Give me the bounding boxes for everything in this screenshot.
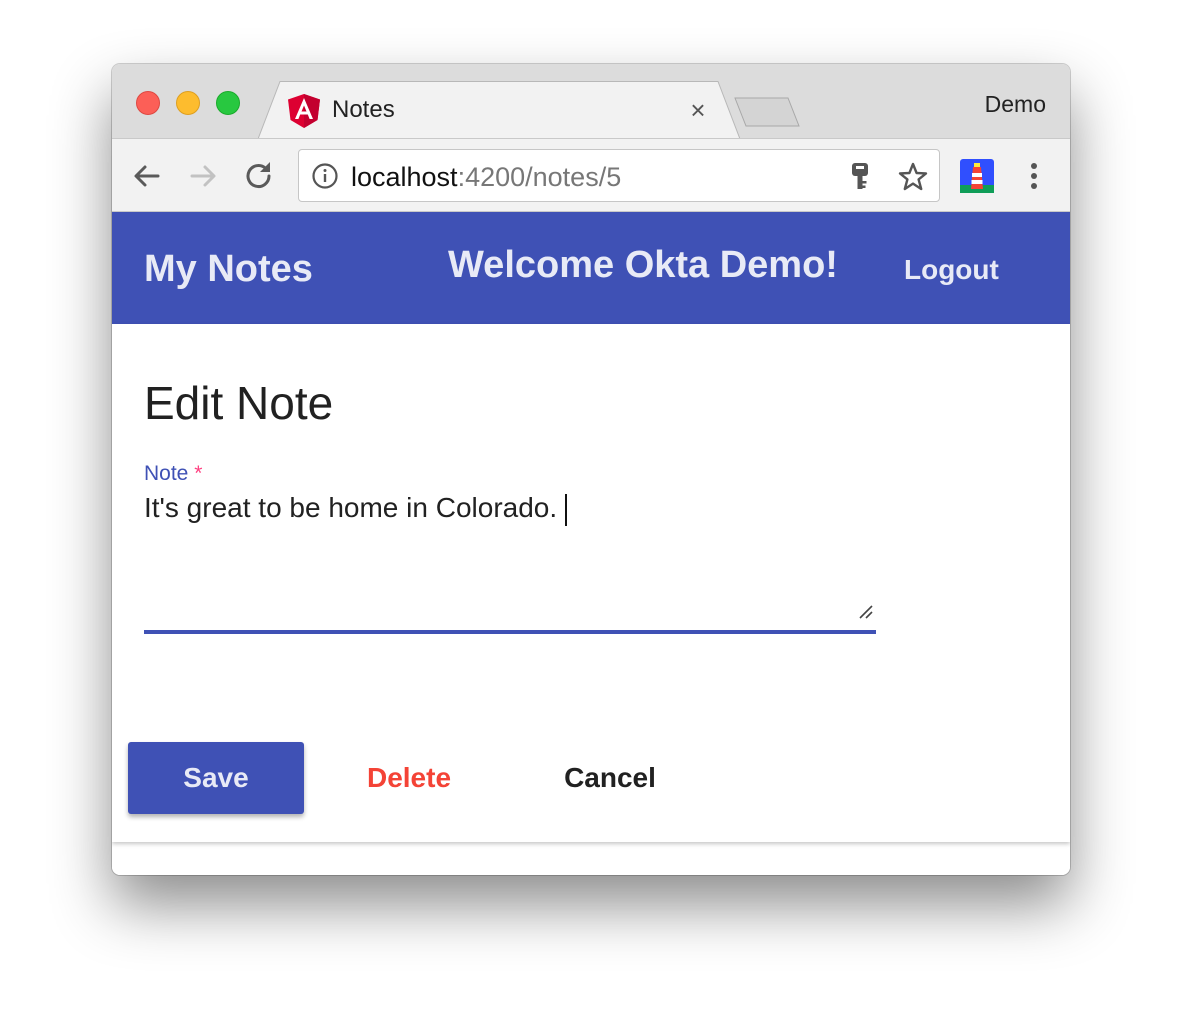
- back-icon[interactable]: [130, 159, 164, 193]
- welcome-message: Welcome Okta Demo!: [448, 244, 838, 286]
- url-host: localhost: [351, 162, 458, 192]
- address-bar[interactable]: localhost:4200/notes/5: [298, 149, 940, 202]
- note-label-text: Note: [144, 462, 189, 485]
- note-field-label: Note *: [144, 462, 202, 486]
- profile-name[interactable]: Demo: [985, 91, 1046, 118]
- page-title: Edit Note: [144, 377, 334, 429]
- save-button[interactable]: Save: [128, 742, 304, 814]
- window-close-button[interactable]: [136, 91, 160, 115]
- tab-close-icon[interactable]: ×: [686, 97, 710, 123]
- more-vert-icon[interactable]: [1022, 159, 1046, 193]
- tab-title: Notes: [332, 96, 395, 123]
- tab-notes[interactable]: [258, 81, 740, 139]
- note-field[interactable]: It's great to be home in Colorado.: [144, 490, 876, 634]
- page-content: My Notes Welcome Okta Demo! Logout Edit …: [112, 212, 1070, 875]
- required-marker: *: [194, 462, 203, 485]
- star-icon[interactable]: [897, 161, 929, 193]
- info-icon[interactable]: [311, 162, 339, 190]
- app-toolbar: My Notes Welcome Okta Demo! Logout: [112, 212, 1070, 324]
- tab-strip: Notes × Demo: [112, 64, 1070, 139]
- cancel-button[interactable]: Cancel: [552, 742, 668, 814]
- window-maximize-button[interactable]: [216, 91, 240, 115]
- reload-icon[interactable]: [242, 159, 276, 193]
- lighthouse-icon[interactable]: [960, 159, 994, 193]
- key-icon[interactable]: [847, 162, 873, 192]
- resize-grip-icon[interactable]: [858, 604, 874, 620]
- new-tab-button[interactable]: [734, 97, 800, 127]
- browser-window: Notes × Demo localhost:4200/notes/5 My N…: [112, 64, 1070, 875]
- delete-button[interactable]: Delete: [348, 742, 470, 814]
- browser-toolbar: localhost:4200/notes/5: [112, 138, 1070, 212]
- forward-icon[interactable]: [186, 159, 220, 193]
- angular-logo-icon: [288, 94, 320, 128]
- edit-note-card: Edit Note Note * It's great to be home i…: [112, 324, 1070, 842]
- window-minimize-button[interactable]: [176, 91, 200, 115]
- app-title[interactable]: My Notes: [144, 248, 313, 291]
- text-cursor: [565, 494, 567, 526]
- url-text[interactable]: localhost:4200/notes/5: [351, 162, 621, 193]
- note-textarea[interactable]: It's great to be home in Colorado.: [144, 490, 876, 630]
- url-path: :4200/notes/5: [457, 162, 622, 192]
- logout-button[interactable]: Logout: [904, 254, 999, 286]
